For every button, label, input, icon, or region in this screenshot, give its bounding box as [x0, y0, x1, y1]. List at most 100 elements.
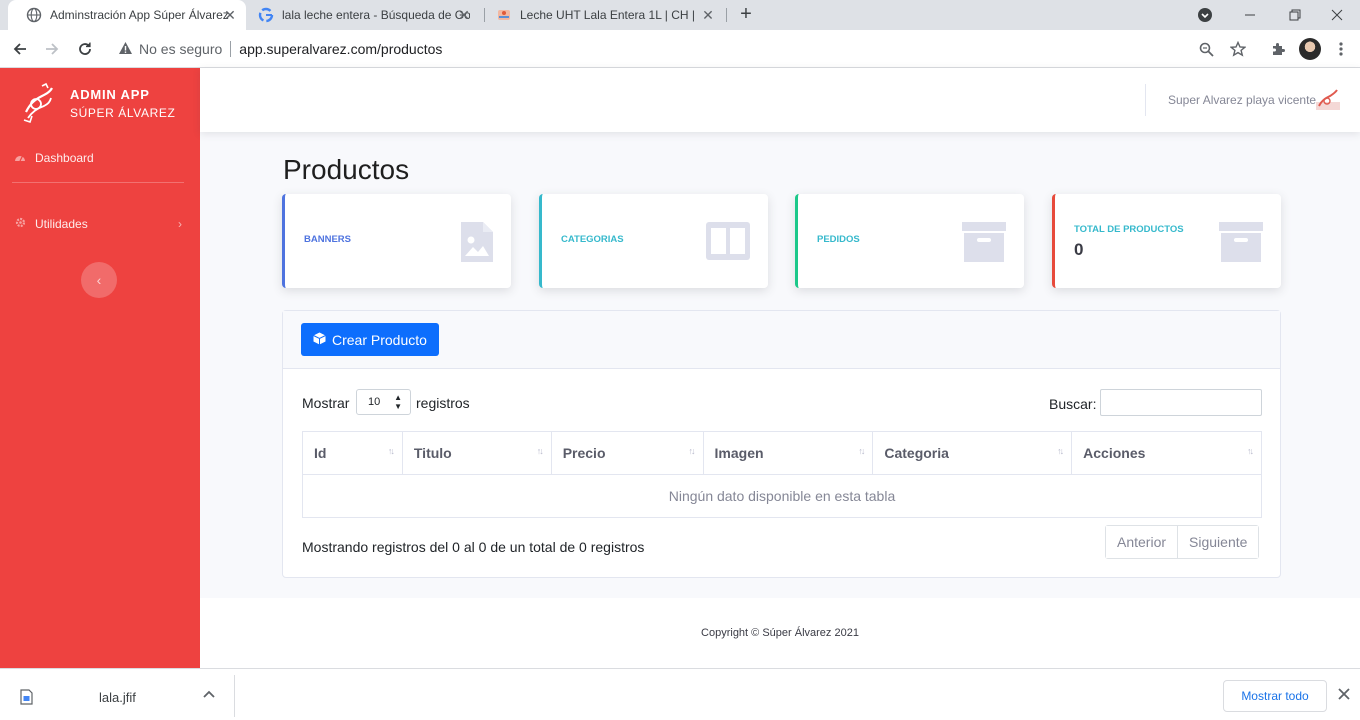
column-label: Titulo: [413, 445, 452, 461]
brand[interactable]: ADMIN APP SÚPER ÁLVAREZ: [20, 78, 175, 128]
card-label: PEDIDOS: [817, 234, 860, 245]
address-bar-row: No es seguro app.superalvarez.com/produc…: [0, 30, 1360, 68]
user-avatar-icon[interactable]: [1316, 88, 1340, 110]
zoom-icon[interactable]: [1196, 39, 1216, 59]
file-icon: [20, 689, 33, 705]
tab-title: Adminstración App Súper Álvarez: [50, 8, 229, 22]
card-value: 0: [1074, 240, 1084, 259]
card-pedidos[interactable]: PEDIDOS: [795, 194, 1024, 288]
forward-arrow-icon[interactable]: [40, 37, 64, 61]
columns-icon: [706, 222, 750, 260]
archive-box-icon: [1219, 222, 1263, 262]
close-tab-icon[interactable]: ✕: [222, 7, 238, 23]
brand-logo-icon: [23, 82, 53, 124]
wrench-icon: [13, 217, 27, 231]
column-label: Imagen: [714, 445, 764, 461]
back-arrow-icon[interactable]: [8, 37, 32, 61]
card-label: BANNERS: [304, 234, 351, 245]
new-tab-icon[interactable]: +: [735, 4, 757, 26]
products-table: Id ↑↓ Titulo ↑↓ Precio ↑↓ Imagen ↑↓ Categori…: [302, 431, 1262, 518]
security-label[interactable]: No es seguro: [139, 41, 222, 57]
tab-title: Leche UHT Lala Entera 1L | CH | Súper: [520, 8, 694, 22]
browser-tab[interactable]: lala leche entera - Búsqueda de Google ✕: [240, 0, 480, 30]
url-bar[interactable]: No es seguro app.superalvarez.com/produc…: [106, 35, 1256, 63]
chevron-right-icon: ›: [178, 217, 182, 231]
reload-icon[interactable]: [73, 37, 97, 61]
column-header-categoria[interactable]: Categoria ↑↓: [872, 431, 1073, 475]
sort-icon: ↑↓: [688, 446, 696, 456]
card-categorias[interactable]: CATEGORIAS: [539, 194, 768, 288]
previous-page-button[interactable]: Anterior: [1106, 526, 1178, 558]
column-label: Id: [314, 445, 327, 461]
sidebar-item-dashboard[interactable]: Dashboard: [13, 148, 188, 168]
download-bar: lala.jfif Mostrar todo: [0, 668, 1360, 720]
profile-avatar[interactable]: [1299, 38, 1321, 60]
column-header-id[interactable]: Id ↑↓: [302, 431, 403, 475]
browser-tab-strip: Adminstración App Súper Álvarez ✕ lala l…: [0, 0, 1360, 30]
page-length-value: 10: [368, 396, 381, 408]
tab-search-icon[interactable]: [1182, 0, 1228, 30]
brand-title: ADMIN APP: [70, 86, 150, 102]
dashboard-icon: [13, 152, 27, 165]
bookmark-star-icon[interactable]: [1228, 39, 1248, 59]
extensions-icon[interactable]: [1268, 39, 1288, 59]
brand-subtitle: SÚPER ÁLVAREZ: [70, 105, 176, 120]
topbar: Super Alvarez playa vicente: [200, 68, 1360, 132]
search-label: Buscar:: [1049, 396, 1097, 412]
page-length-select[interactable]: 10 ▲ ▼: [356, 389, 411, 415]
close-window-icon[interactable]: [1314, 0, 1360, 30]
topbar-divider: [1145, 84, 1146, 116]
warning-icon: [118, 41, 133, 58]
globe-icon: [26, 7, 42, 23]
tab-title: lala leche entera - Búsqueda de Google: [282, 8, 470, 22]
column-label: Precio: [562, 445, 606, 461]
url-text[interactable]: app.superalvarez.com/productos: [239, 41, 442, 57]
store-icon: [496, 7, 512, 23]
select-arrows-icon: ▲ ▼: [394, 393, 402, 411]
google-icon: [258, 7, 274, 23]
sidebar-item-utilidades[interactable]: Utilidades ›: [13, 214, 188, 234]
download-separator: [234, 675, 235, 717]
tab-separator: [726, 8, 727, 22]
column-header-titulo[interactable]: Titulo ↑↓: [401, 431, 552, 475]
sidebar: ADMIN APP SÚPER ÁLVAREZ Dashboard Utilid…: [0, 68, 200, 668]
copyright-text: Copyright © Súper Álvarez 2021: [701, 627, 859, 639]
column-header-acciones[interactable]: Acciones ↑↓: [1071, 431, 1262, 475]
user-name[interactable]: Super Alvarez playa vicente: [1168, 93, 1316, 107]
empty-table-message: Ningún dato disponible en esta tabla: [302, 474, 1262, 518]
browser-tab[interactable]: Leche UHT Lala Entera 1L | CH | Súper ✕: [478, 0, 724, 30]
restore-icon[interactable]: [1272, 0, 1318, 30]
page-title: Productos: [283, 154, 410, 185]
image-file-icon: [461, 222, 493, 262]
show-label: Mostrar: [302, 395, 350, 411]
card-banners[interactable]: BANNERS: [282, 194, 511, 288]
download-file-name[interactable]: lala.jfif: [99, 690, 136, 705]
menu-dots-icon[interactable]: [1331, 39, 1351, 59]
chevron-up-icon[interactable]: [203, 687, 215, 701]
card-total-productos[interactable]: TOTAL DE PRODUCTOS 0: [1052, 194, 1281, 288]
create-product-button[interactable]: Crear Producto: [301, 323, 439, 356]
sidebar-toggle-button[interactable]: ‹: [81, 262, 117, 298]
minimize-icon[interactable]: [1227, 0, 1273, 30]
card-label: TOTAL DE PRODUCTOS: [1074, 224, 1184, 235]
next-page-button[interactable]: Siguiente: [1177, 526, 1259, 558]
column-header-imagen[interactable]: Imagen ↑↓: [702, 431, 874, 475]
close-icon[interactable]: [1338, 687, 1350, 704]
sidebar-item-label: Utilidades: [35, 217, 88, 231]
sort-icon: ↑↓: [1247, 446, 1254, 456]
sort-icon: ↑↓: [1057, 446, 1064, 456]
panel-header: Crear Producto: [283, 311, 1280, 369]
browser-tab-active[interactable]: Adminstración App Súper Álvarez ✕: [8, 0, 246, 30]
search-input[interactable]: [1100, 389, 1262, 416]
close-tab-icon[interactable]: ✕: [456, 7, 472, 23]
close-tab-icon[interactable]: ✕: [700, 7, 716, 23]
sidebar-item-label: Dashboard: [35, 151, 94, 165]
column-label: Categoria: [884, 445, 949, 461]
table-row-empty: Ningún dato disponible en esta tabla: [302, 474, 1262, 518]
sort-icon: ↑↓: [858, 446, 865, 456]
column-header-precio[interactable]: Precio ↑↓: [550, 431, 704, 475]
show-all-downloads-button[interactable]: Mostrar todo: [1223, 680, 1327, 712]
archive-box-icon: [962, 222, 1006, 262]
pagination: Anterior Siguiente: [1105, 525, 1260, 559]
sidebar-divider: [12, 182, 184, 183]
